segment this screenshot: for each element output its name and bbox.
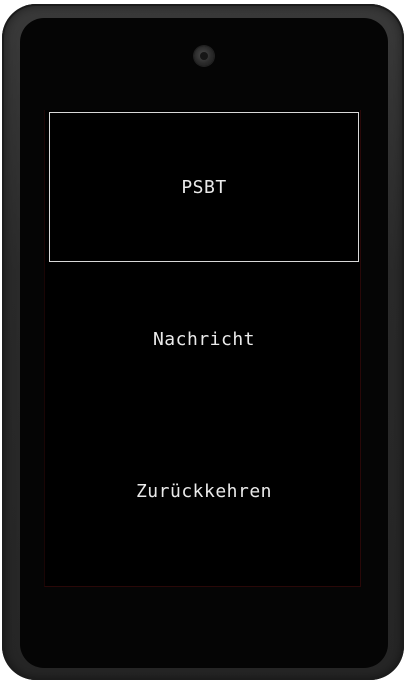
menu-item-label: Zurückkehren — [135, 480, 273, 502]
device-screen: PSBT Nachricht Zurückkehren — [44, 110, 361, 587]
menu-item-label: PSBT — [181, 176, 227, 198]
menu-item-label: Nachricht — [152, 328, 256, 350]
menu-item-message[interactable]: Nachricht — [49, 264, 359, 414]
camera-icon — [194, 46, 214, 66]
menu-item-back[interactable]: Zurückkehren — [49, 416, 359, 566]
camera-lens — [200, 52, 208, 60]
menu-item-psbt[interactable]: PSBT — [49, 112, 359, 262]
